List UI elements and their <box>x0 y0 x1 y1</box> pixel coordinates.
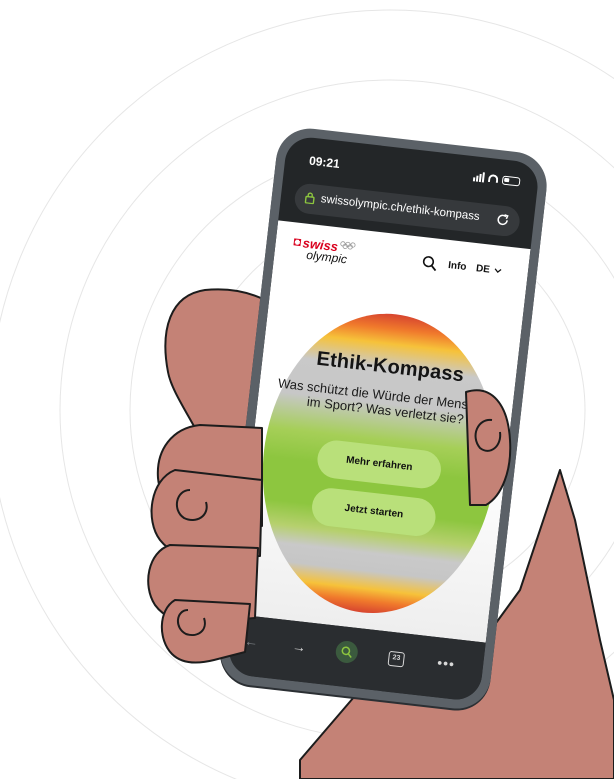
back-icon[interactable]: ← <box>239 629 263 653</box>
signal-icon <box>472 171 485 183</box>
browser-search-button[interactable] <box>334 639 359 665</box>
start-button[interactable]: Jetzt starten <box>310 486 438 539</box>
swiss-olympic-logo[interactable]: swiss olympic <box>292 234 364 268</box>
chevron-down-icon[interactable] <box>493 266 502 275</box>
tabs-button[interactable]: 23 <box>384 645 408 669</box>
more-info-button[interactable]: Mehr erfahren <box>315 438 443 491</box>
web-page: swiss olympic Info DE Ethik-Kompass Was … <box>233 220 531 643</box>
status-icons <box>472 171 521 187</box>
logo-olympic: olympic <box>305 247 348 267</box>
reload-icon[interactable] <box>495 212 510 227</box>
battery-icon <box>501 175 521 187</box>
ethik-kompass-hero: Ethik-Kompass Was schützt die Würde der … <box>247 301 512 626</box>
wifi-icon <box>487 173 499 184</box>
phone-screen: 09:21 swissolympic.ch/ethik-kompass swis… <box>226 134 541 703</box>
search-icon <box>341 646 352 658</box>
url-text: swissolympic.ch/ethik-kompass <box>320 193 481 224</box>
status-time: 09:21 <box>308 153 341 171</box>
search-icon[interactable] <box>422 255 439 272</box>
forward-icon[interactable]: → <box>287 634 311 658</box>
olympic-rings-icon <box>340 241 356 250</box>
language-selector[interactable]: DE <box>475 263 490 276</box>
nav-info-link[interactable]: Info <box>448 260 467 273</box>
more-icon[interactable]: ••• <box>434 651 458 675</box>
lock-icon <box>304 192 315 205</box>
swiss-flag-icon <box>293 238 302 247</box>
tabs-icon: 23 <box>387 650 406 668</box>
